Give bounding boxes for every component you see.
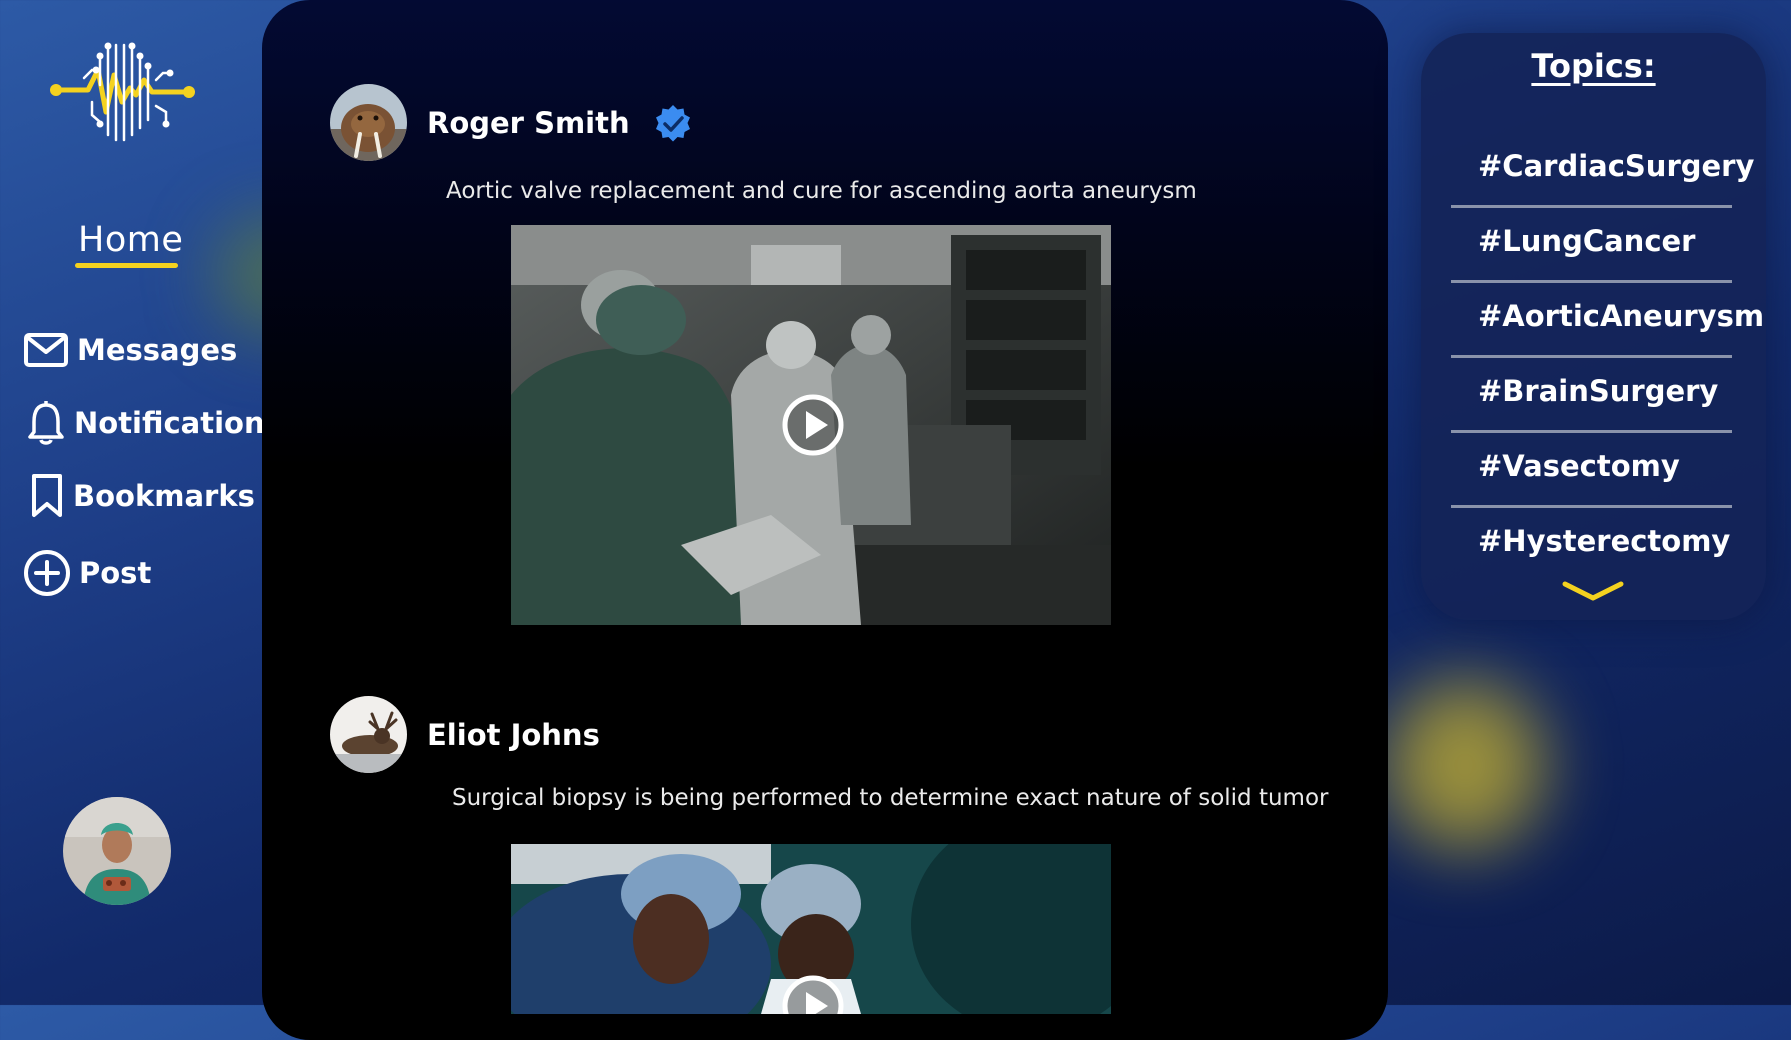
topic-item[interactable]: #CardiacSurgery bbox=[1451, 133, 1754, 208]
author-avatar[interactable] bbox=[330, 696, 407, 773]
post-video[interactable] bbox=[511, 844, 1111, 1014]
topic-label: #BrainSurgery bbox=[1478, 374, 1719, 408]
nav-home[interactable]: Home bbox=[78, 220, 183, 260]
post-header: Eliot Johns bbox=[330, 696, 600, 773]
topic-label: #AorticAneurysm bbox=[1478, 299, 1765, 333]
play-icon[interactable] bbox=[781, 974, 845, 1014]
topic-item[interactable]: #Vasectomy bbox=[1451, 433, 1732, 508]
topic-label: #Hysterectomy bbox=[1478, 524, 1731, 558]
topic-item[interactable]: #BrainSurgery bbox=[1451, 358, 1732, 433]
author-name[interactable]: Eliot Johns bbox=[427, 718, 600, 752]
topic-item[interactable]: #LungCancer bbox=[1451, 208, 1732, 283]
post-video[interactable] bbox=[511, 225, 1111, 625]
active-indicator bbox=[75, 263, 178, 268]
background-glow bbox=[1385, 680, 1545, 850]
app-logo[interactable] bbox=[48, 40, 198, 145]
nav-bookmarks[interactable]: Bookmarks bbox=[29, 473, 255, 519]
nav-messages-label: Messages bbox=[77, 333, 238, 367]
envelope-icon bbox=[24, 333, 68, 367]
bookmark-icon bbox=[32, 474, 62, 517]
post-header: Roger Smith bbox=[330, 84, 694, 161]
post-caption: Surgical biopsy is being performed to de… bbox=[452, 785, 1329, 811]
nav-post[interactable]: Post bbox=[23, 549, 151, 597]
topics-title: Topics: bbox=[1531, 47, 1656, 85]
topic-label: #LungCancer bbox=[1478, 224, 1696, 258]
verified-badge-icon bbox=[655, 104, 690, 141]
nav-notifications-label: Notifications bbox=[74, 406, 282, 440]
plus-circle-icon bbox=[24, 550, 70, 596]
play-icon[interactable] bbox=[781, 393, 845, 457]
topic-item[interactable]: #AorticAneurysm bbox=[1451, 283, 1764, 358]
nav-bookmarks-label: Bookmarks bbox=[73, 479, 255, 513]
bell-icon bbox=[28, 401, 64, 445]
nav-notifications[interactable]: Notifications bbox=[26, 400, 282, 446]
topic-item[interactable]: #Hysterectomy bbox=[1451, 508, 1732, 583]
current-user-avatar[interactable] bbox=[63, 797, 171, 905]
topic-label: #Vasectomy bbox=[1478, 449, 1680, 483]
author-avatar[interactable] bbox=[330, 84, 407, 161]
chevron-down-icon[interactable] bbox=[1561, 578, 1625, 606]
author-name[interactable]: Roger Smith bbox=[427, 106, 630, 140]
post-caption: Aortic valve replacement and cure for as… bbox=[446, 178, 1197, 204]
nav-messages[interactable]: Messages bbox=[23, 330, 237, 370]
nav-post-label: Post bbox=[79, 556, 152, 590]
topics-panel: Topics: #CardiacSurgery #LungCancer #Aor… bbox=[1421, 33, 1766, 620]
feed-panel[interactable]: Roger Smith Aortic valve replacement and… bbox=[262, 0, 1388, 1040]
topic-label: #CardiacSurgery bbox=[1478, 149, 1755, 183]
